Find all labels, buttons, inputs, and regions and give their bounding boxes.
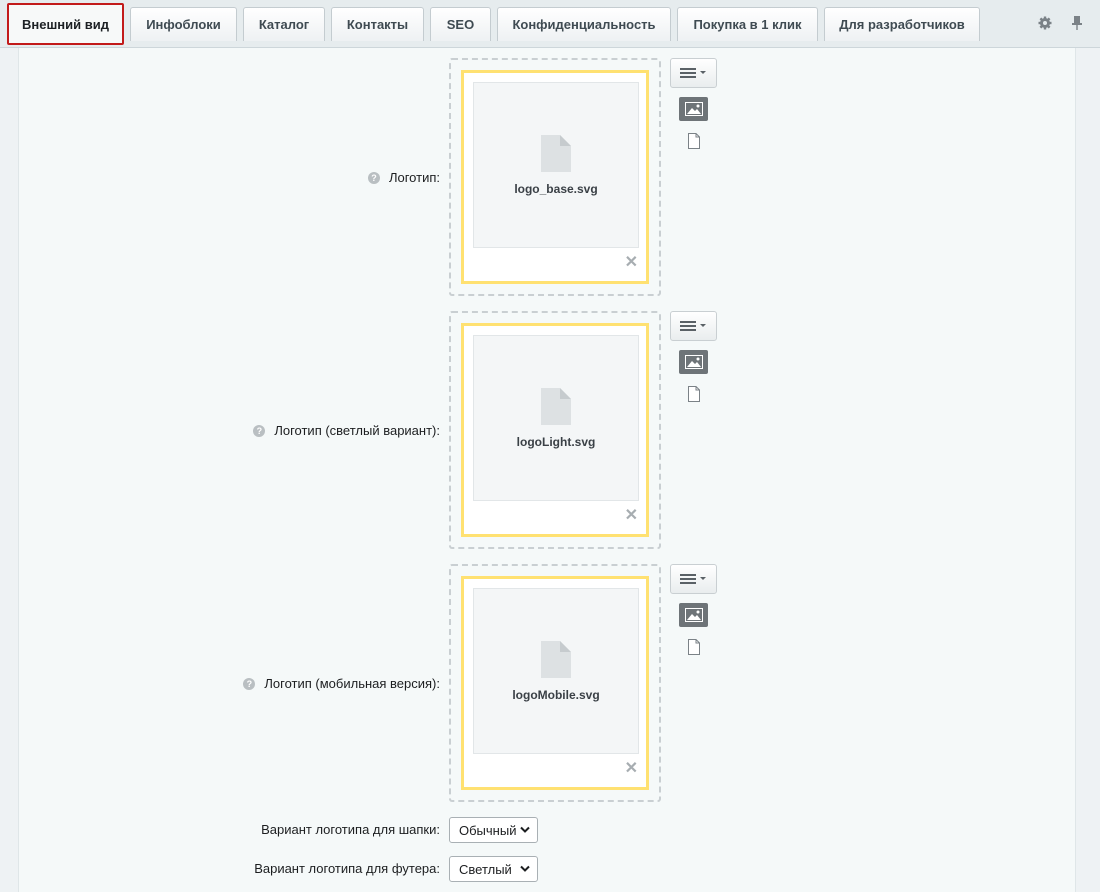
file-icon — [541, 134, 571, 172]
tab-catalog[interactable]: Каталог — [243, 7, 325, 41]
menu-icon — [679, 68, 706, 78]
tab-appearance[interactable]: Внешний вид — [7, 3, 124, 45]
tab-developers[interactable]: Для разработчиков — [824, 7, 980, 41]
footer-logo-variant-label: Вариант логотипа для футера: — [254, 861, 440, 876]
logo-mobile-label: ? Логотип (мобильная версия): — [243, 676, 440, 691]
tab-label: Каталог — [258, 17, 310, 32]
logo-mobile-preview[interactable]: logoMobile.svg — [473, 588, 639, 754]
document-icon[interactable] — [687, 639, 701, 655]
remove-file-icon[interactable]: ✕ — [625, 761, 638, 777]
chevron-down-icon — [520, 865, 530, 872]
footer-logo-variant-select[interactable]: Светлый — [449, 856, 538, 882]
logo-mobile-image-button[interactable] — [679, 603, 708, 627]
tab-contacts[interactable]: Контакты — [331, 7, 424, 41]
file-name: logoMobile.svg — [512, 687, 600, 702]
help-icon[interactable]: ? — [243, 677, 256, 690]
logo-mobile-dropzone[interactable]: logoMobile.svg ✕ — [449, 564, 661, 802]
tab-one-click-buy[interactable]: Покупка в 1 клик — [677, 7, 818, 41]
tab-label: Конфиденциальность — [512, 17, 656, 32]
remove-file-icon[interactable]: ✕ — [625, 255, 638, 271]
document-icon[interactable] — [687, 386, 701, 402]
tab-label: Покупка в 1 клик — [693, 17, 802, 32]
logo-base-menu-button[interactable] — [670, 58, 717, 88]
logo-base-label: ? Логотип: — [367, 170, 440, 185]
pin-icon[interactable] — [1068, 14, 1086, 32]
tab-privacy[interactable]: Конфиденциальность — [497, 7, 671, 41]
header-logo-variant-select[interactable]: Обычный — [449, 817, 538, 843]
document-icon[interactable] — [687, 133, 701, 149]
logo-base-dropzone[interactable]: logo_base.svg ✕ — [449, 58, 661, 296]
help-icon[interactable]: ? — [367, 171, 380, 184]
gear-icon[interactable] — [1036, 14, 1054, 32]
logo-light-image-button[interactable] — [679, 350, 708, 374]
field-label-text: Логотип (мобильная версия): — [264, 676, 440, 691]
tab-label: SEO — [446, 17, 475, 32]
logo-mobile-menu-button[interactable] — [670, 564, 717, 594]
logo-light-menu-button[interactable] — [670, 311, 717, 341]
logo-mobile-card: logoMobile.svg ✕ — [461, 576, 649, 790]
chevron-down-icon — [520, 826, 530, 833]
logo-light-preview[interactable]: logoLight.svg — [473, 335, 639, 501]
help-icon[interactable]: ? — [253, 424, 266, 437]
image-icon — [684, 608, 703, 622]
image-icon — [684, 355, 703, 369]
logo-light-dropzone[interactable]: logoLight.svg ✕ — [449, 311, 661, 549]
file-icon — [541, 387, 571, 425]
logo-base-preview[interactable]: logo_base.svg — [473, 82, 639, 248]
remove-file-icon[interactable]: ✕ — [625, 508, 638, 524]
tab-label: Внешний вид — [22, 16, 109, 32]
field-label-text: Логотип: — [388, 170, 440, 185]
menu-icon — [679, 574, 706, 584]
header-logo-variant-label: Вариант логотипа для шапки: — [261, 822, 440, 837]
file-icon — [541, 640, 571, 678]
logo-light-card: logoLight.svg ✕ — [461, 323, 649, 537]
tab-label: Для разработчиков — [839, 17, 965, 32]
tab-seo[interactable]: SEO — [430, 7, 491, 41]
tab-infoblocks[interactable]: Инфоблоки — [130, 7, 237, 41]
image-icon — [684, 102, 703, 116]
menu-icon — [679, 321, 706, 331]
file-name: logo_base.svg — [514, 181, 598, 196]
logo-base-image-button[interactable] — [679, 97, 708, 121]
field-label-text: Логотип (светлый вариант): — [274, 423, 440, 438]
tab-label: Инфоблоки — [146, 17, 221, 32]
select-value: Обычный — [459, 822, 517, 838]
logo-base-card: logo_base.svg ✕ — [461, 70, 649, 284]
tab-label: Контакты — [346, 17, 409, 32]
logo-light-label: ? Логотип (светлый вариант): — [253, 423, 440, 438]
select-value: Светлый — [459, 861, 512, 877]
tabs-bar: Внешний вид Инфоблоки Каталог Контакты S… — [0, 0, 1100, 48]
file-name: logoLight.svg — [516, 434, 596, 449]
